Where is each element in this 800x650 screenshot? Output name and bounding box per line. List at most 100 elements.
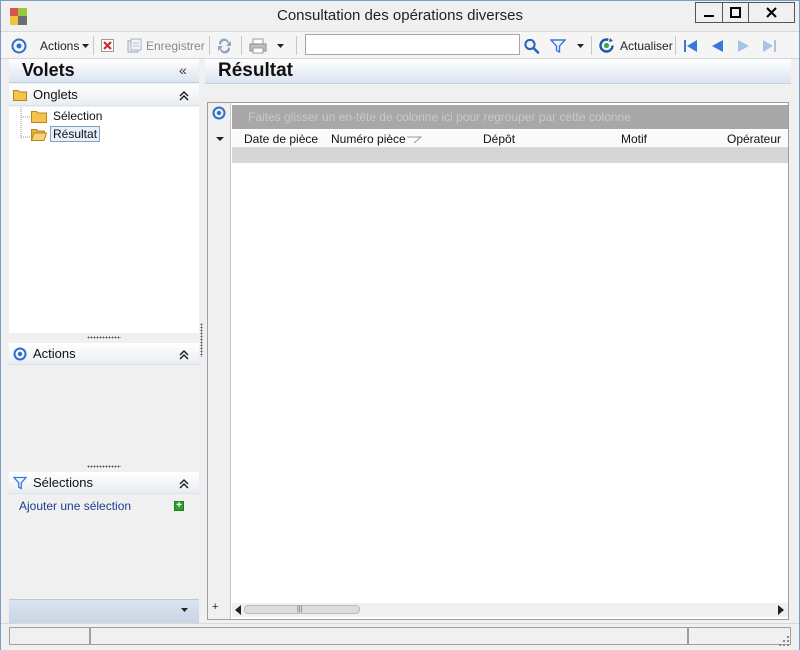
last-record-button[interactable] [761, 35, 777, 56]
filter-button[interactable] [550, 35, 566, 56]
toolbar-separator [591, 36, 592, 55]
toolbar-separator [209, 36, 210, 55]
dropdown-arrow-icon [82, 43, 90, 48]
dropdown-arrow-icon [577, 43, 584, 48]
resize-grip-icon[interactable] [779, 636, 789, 646]
grid-row-header-column: + [208, 103, 231, 619]
previous-arrow-icon [712, 39, 723, 52]
save-button[interactable]: Enregistrer [127, 35, 205, 56]
status-cell [90, 627, 688, 645]
search-button[interactable] [523, 35, 540, 56]
column-chooser-arrow-icon[interactable] [216, 137, 224, 142]
refresh-label: Actualiser [620, 38, 673, 53]
actions-section-header[interactable]: Actions [9, 343, 199, 365]
magnifier-icon [524, 38, 540, 54]
target-icon[interactable] [212, 106, 226, 120]
result-header: Résultat [205, 59, 791, 84]
filter-icon [13, 476, 27, 490]
left-panel: Volets « Onglets Sélection Résultat Acti… [9, 59, 199, 624]
panes-footer[interactable] [9, 599, 199, 624]
scroll-grip: ||| [297, 606, 303, 613]
result-title: Résultat [218, 60, 293, 81]
horizontal-scrollbar[interactable]: ||| [232, 603, 788, 617]
next-arrow-icon [738, 39, 749, 52]
printer-icon [249, 38, 267, 53]
next-record-button[interactable] [737, 35, 751, 56]
folder-icon [13, 90, 27, 101]
search-input[interactable] [305, 34, 520, 55]
minimize-button[interactable] [695, 2, 722, 23]
column-header-operateur[interactable]: Opérateur [727, 132, 781, 146]
selections-section-header[interactable]: Sélections [9, 472, 199, 494]
status-bar [1, 623, 799, 650]
print-button[interactable] [249, 35, 267, 56]
scroll-right-icon[interactable] [777, 605, 785, 615]
tabs-section-title: Onglets [33, 87, 78, 102]
status-cell [688, 627, 791, 645]
close-icon [766, 7, 777, 18]
actions-menu-button[interactable]: Actions [40, 35, 90, 56]
print-dropdown-button[interactable] [276, 35, 285, 56]
group-by-hint: Faites glisser un en-tête de colonne ici… [248, 110, 631, 124]
dropdown-arrow-icon [277, 43, 284, 48]
filter-row[interactable] [232, 148, 788, 163]
filter-icon [550, 38, 566, 53]
last-arrow-icon [763, 39, 776, 52]
toolbar-separator [296, 36, 297, 55]
first-arrow-icon [684, 39, 697, 52]
chevron-down-icon [181, 608, 188, 612]
selections-section-title: Sélections [33, 475, 93, 490]
refresh-icon [599, 38, 614, 53]
first-record-button[interactable] [683, 35, 699, 56]
previous-record-button[interactable] [710, 35, 724, 56]
window-title: Consultation des opérations diverses [277, 7, 523, 24]
sync-button[interactable] [216, 35, 233, 56]
refresh-button[interactable]: Actualiser [598, 35, 673, 56]
tree-item-label: Résultat [50, 126, 101, 142]
save-icon [127, 38, 142, 53]
toolbar-separator [675, 36, 676, 55]
actions-section-title: Actions [33, 346, 76, 361]
filter-dropdown-button[interactable] [576, 35, 585, 56]
title-bar[interactable]: Consultation des opérations diverses [1, 1, 799, 32]
column-header-motif[interactable]: Motif [621, 132, 647, 146]
collapse-panes-button[interactable]: « [179, 62, 187, 78]
group-by-area[interactable]: Faites glisser un en-tête de colonne ici… [232, 105, 788, 129]
scroll-left-icon[interactable] [234, 605, 242, 615]
section-resize-grip[interactable] [87, 465, 121, 468]
close-button[interactable] [749, 2, 795, 23]
minimize-icon [704, 14, 714, 17]
scroll-thumb[interactable]: ||| [244, 605, 360, 614]
double-chevron-up-icon[interactable] [179, 90, 189, 102]
panes-title: Volets [22, 60, 75, 80]
panel-splitter[interactable] [200, 323, 203, 357]
open-folder-icon [31, 128, 47, 141]
double-chevron-up-icon[interactable] [179, 349, 189, 361]
toolbar-separator [93, 36, 94, 55]
column-header-numero[interactable]: Numéro pièce [331, 132, 406, 146]
sync-icon [218, 37, 231, 54]
status-cell [9, 627, 90, 645]
tree-item-label: Sélection [53, 109, 103, 123]
save-label: Enregistrer [146, 38, 205, 53]
column-header-date[interactable]: Date de pièce [244, 132, 318, 146]
tree-item-resultat[interactable]: Résultat [31, 125, 101, 143]
actions-menu-label: Actions [40, 38, 80, 53]
application-window: Consultation des opérations diverses Act… [0, 0, 800, 650]
add-selection-link[interactable]: Ajouter une sélection [19, 499, 131, 513]
section-resize-grip[interactable] [87, 336, 121, 339]
expand-icon[interactable]: + [212, 601, 218, 613]
toolbar-separator [241, 36, 242, 55]
maximize-icon [730, 7, 741, 18]
folder-icon [31, 110, 47, 123]
double-chevron-up-icon[interactable] [179, 478, 189, 490]
delete-button[interactable] [100, 35, 115, 56]
delete-icon [101, 39, 114, 52]
column-header-depot[interactable]: Dépôt [483, 132, 515, 146]
add-icon[interactable]: + [174, 501, 184, 511]
tree-item-selection[interactable]: Sélection [31, 107, 104, 125]
maximize-button[interactable] [722, 2, 749, 23]
actions-icon[interactable] [11, 35, 27, 56]
result-grid: + Faites glisser un en-tête de colonne i… [207, 102, 789, 620]
tabs-section-header[interactable]: Onglets [9, 84, 199, 106]
